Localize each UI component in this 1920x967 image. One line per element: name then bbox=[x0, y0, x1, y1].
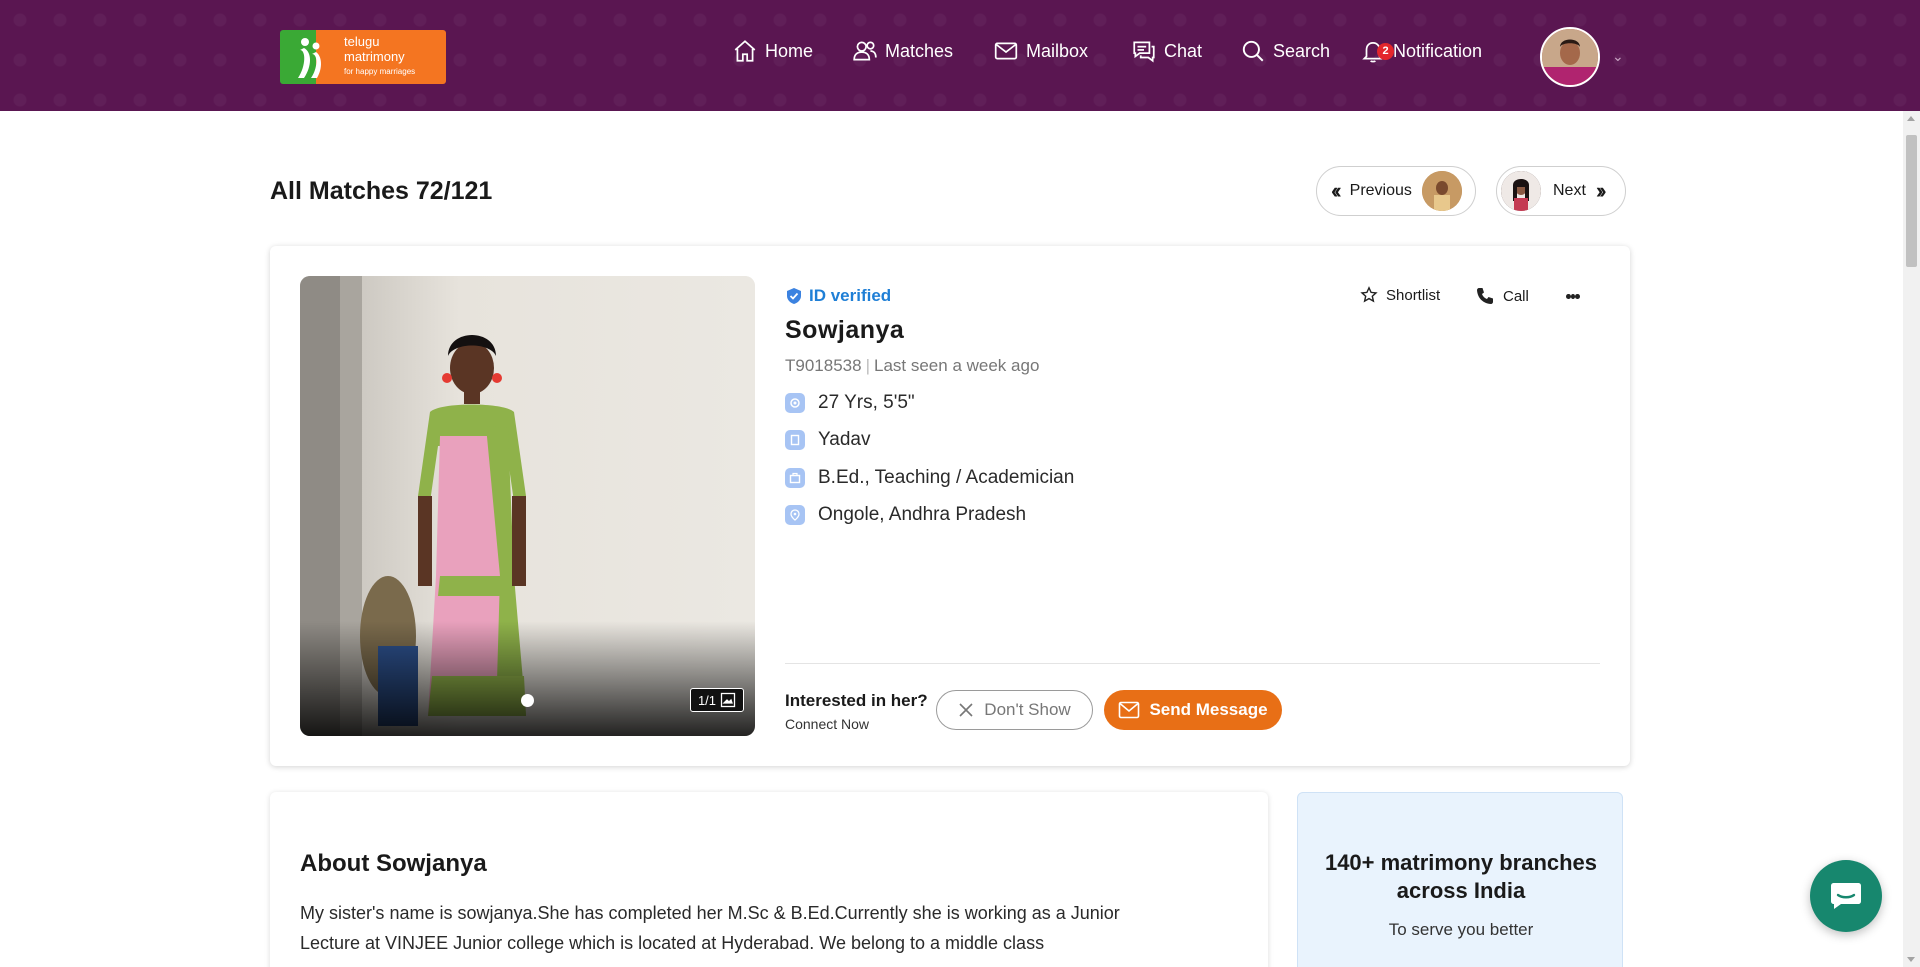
carousel-dot[interactable] bbox=[521, 694, 534, 707]
attribute-caste: Yadav bbox=[785, 429, 870, 451]
nav-mailbox-label: Mailbox bbox=[1026, 40, 1089, 61]
star-icon bbox=[1360, 286, 1378, 303]
nav-home[interactable]: Home bbox=[732, 36, 813, 66]
gallery-icon bbox=[720, 692, 736, 708]
previous-profile-button[interactable]: ‹‹ Previous bbox=[1316, 166, 1476, 216]
chat-bubble-icon bbox=[1831, 883, 1861, 909]
nav-search-label: Search bbox=[1273, 40, 1331, 61]
nav-chat-label: Chat bbox=[1164, 40, 1203, 61]
scrollbar-thumb[interactable] bbox=[1906, 135, 1917, 267]
profile-id-line: T9018538 | Last seen a week ago bbox=[785, 356, 1039, 376]
top-navigation-bar: telugu matrimony for happy marriages Hom… bbox=[0, 0, 1920, 111]
next-profile-button[interactable]: Next ›› bbox=[1496, 166, 1626, 216]
branches-subtext: To serve you better bbox=[1388, 920, 1534, 939]
page-title: All Matches 72/121 bbox=[270, 177, 493, 205]
user-avatar[interactable] bbox=[1540, 27, 1600, 87]
logo-tagline: for happy marriages bbox=[344, 67, 416, 76]
phone-icon bbox=[1477, 288, 1493, 304]
interest-question: Interested in her? bbox=[785, 691, 928, 710]
chat-icon bbox=[1133, 41, 1155, 63]
previous-profile-thumbnail bbox=[1421, 171, 1462, 211]
about-heading: About Sowjanya bbox=[300, 850, 487, 877]
previous-label: Previous bbox=[1349, 182, 1412, 199]
nav-home-label: Home bbox=[765, 40, 814, 61]
chevron-down-icon[interactable]: ⌄ bbox=[1612, 48, 1624, 65]
logo-couple-icon bbox=[298, 38, 322, 78]
nav-notification-label: Notification bbox=[1393, 40, 1483, 61]
double-chevron-right-icon: ›› bbox=[1595, 178, 1606, 203]
double-chevron-left-icon: ‹‹ bbox=[1331, 178, 1341, 203]
search-icon bbox=[1242, 40, 1264, 62]
id-verified-label: ID verified bbox=[809, 286, 892, 305]
dont-show-button[interactable]: Don't Show bbox=[936, 690, 1093, 730]
mail-icon bbox=[994, 42, 1018, 60]
mail-icon bbox=[1119, 701, 1140, 719]
scroll-down-arrow-icon[interactable] bbox=[1907, 957, 1915, 962]
nav-mailbox[interactable]: Mailbox bbox=[993, 36, 1088, 66]
age-icon bbox=[785, 393, 805, 413]
next-label: Next bbox=[1553, 182, 1586, 199]
scroll-up-arrow-icon[interactable] bbox=[1907, 116, 1915, 121]
about-section: About Sowjanya My sister's name is sowja… bbox=[270, 792, 1268, 967]
profile-photo-image bbox=[300, 276, 755, 736]
logo-text-telugu: telugu bbox=[344, 34, 380, 49]
attribute-age-height: 27 Yrs, 5'5" bbox=[785, 392, 915, 414]
home-icon bbox=[734, 40, 756, 62]
avatar-photo bbox=[1542, 29, 1598, 85]
more-options-icon[interactable] bbox=[1566, 286, 1581, 310]
call-button[interactable]: Call bbox=[1475, 286, 1529, 306]
users-icon bbox=[853, 41, 877, 61]
nav-matches-label: Matches bbox=[885, 40, 954, 61]
section-divider bbox=[785, 663, 1600, 664]
branches-heading: 140+ matrimony branches across India bbox=[1324, 850, 1598, 903]
close-icon bbox=[959, 703, 973, 717]
age-height-value: 27 Yrs, 5'5" bbox=[818, 392, 915, 413]
connect-now-label: Connect Now bbox=[785, 716, 870, 732]
attribute-education: B.Ed., Teaching / Academician bbox=[785, 467, 1074, 489]
shortlist-label: Shortlist bbox=[1386, 286, 1441, 304]
caste-value: Yadav bbox=[818, 429, 871, 450]
id-verified-badge: ID verified bbox=[785, 286, 891, 306]
location-pin-icon bbox=[785, 505, 805, 525]
dont-show-label: Don't Show bbox=[984, 700, 1071, 719]
profile-photo[interactable]: 1/1 bbox=[300, 276, 755, 736]
nav-chat[interactable]: Chat bbox=[1131, 36, 1202, 66]
community-book-icon bbox=[785, 430, 805, 450]
send-message-label: Send Message bbox=[1149, 700, 1268, 719]
nav-matches[interactable]: Matches bbox=[852, 36, 953, 66]
about-text: My sister's name is sowjanya.She has com… bbox=[300, 903, 1120, 953]
logo-text-matrimony: matrimony bbox=[344, 49, 405, 64]
support-chat-button[interactable] bbox=[1810, 860, 1882, 932]
send-message-button[interactable]: Send Message bbox=[1104, 690, 1282, 730]
last-seen: Last seen a week ago bbox=[874, 356, 1040, 375]
telugu-matrimony-logo[interactable]: telugu matrimony for happy marriages bbox=[280, 30, 446, 84]
next-profile-thumbnail bbox=[1501, 171, 1541, 211]
id-separator: | bbox=[865, 356, 870, 375]
vertical-scrollbar[interactable] bbox=[1903, 111, 1920, 967]
profile-card: 1/1 ID verified Sowjanya T9018538 | Last s… bbox=[270, 246, 1630, 766]
education-value: B.Ed., Teaching / Academician bbox=[818, 467, 1075, 488]
profile-id: T9018538 bbox=[785, 356, 862, 375]
nav-search[interactable]: Search bbox=[1240, 36, 1330, 66]
photo-counter-text: 1/1 bbox=[697, 692, 717, 708]
shortlist-button[interactable]: Shortlist bbox=[1360, 286, 1440, 304]
branches-promo-card: 140+ matrimony branches across India To … bbox=[1297, 792, 1623, 967]
notification-count-badge: 2 bbox=[1377, 43, 1394, 60]
verified-shield-icon bbox=[787, 288, 801, 304]
logo-orange-panel: telugu matrimony for happy marriages bbox=[316, 30, 446, 84]
profile-name: Sowjanya bbox=[785, 316, 905, 344]
location-value: Ongole, Andhra Pradesh bbox=[818, 504, 1027, 525]
attribute-location: Ongole, Andhra Pradesh bbox=[785, 504, 1026, 526]
call-label: Call bbox=[1503, 287, 1529, 305]
briefcase-icon bbox=[785, 468, 805, 488]
photo-counter[interactable]: 1/1 bbox=[690, 688, 744, 712]
nav-notification[interactable]: 2 Notification bbox=[1360, 36, 1482, 66]
